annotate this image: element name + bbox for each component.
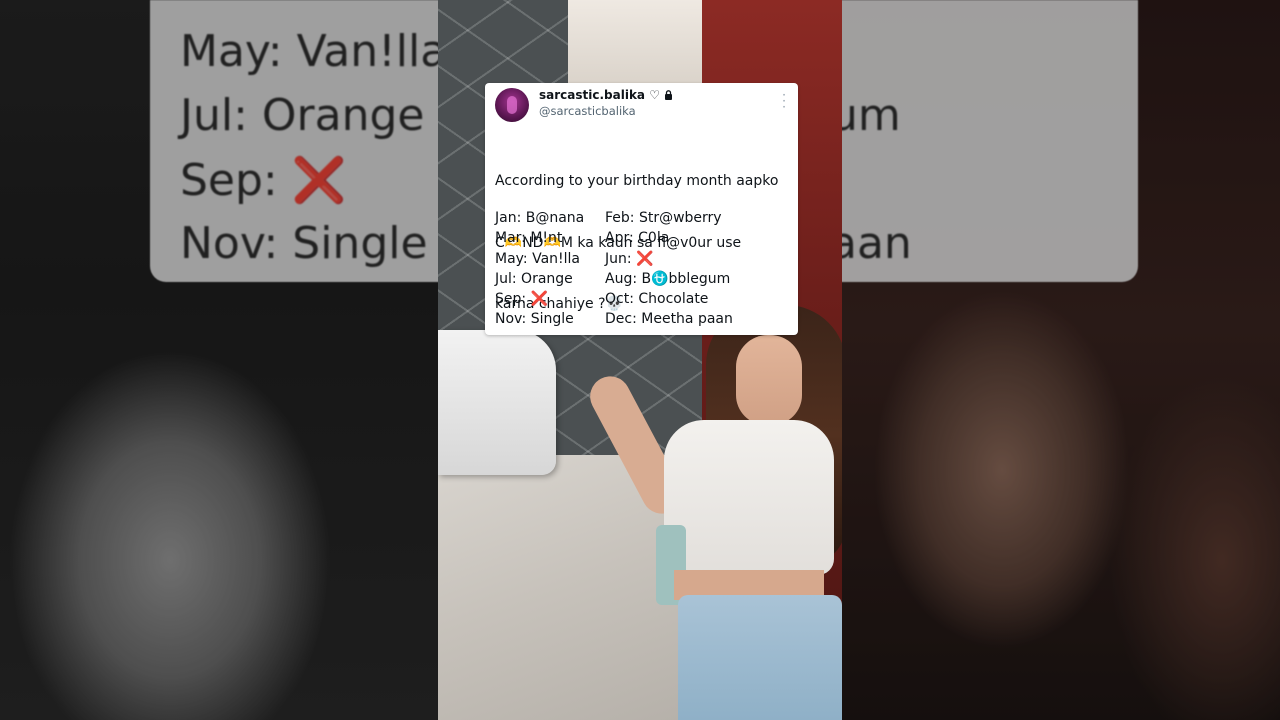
- month-item: Oct: Chocolate: [605, 291, 709, 308]
- blurred-background-right: um aan: [842, 0, 1280, 720]
- month-item: Jan: B@nana: [495, 210, 585, 226]
- handle[interactable]: @sarcasticbalika: [539, 104, 636, 118]
- month-item: Feb: Str@wberry: [605, 210, 722, 226]
- month-item: Dec: Meetha paan: [605, 311, 733, 328]
- month-row: Jan: B@nana Feb: Str@wberry: [495, 210, 795, 230]
- heart-deco: ♡: [649, 88, 660, 102]
- month-item: Aug: B⛎bblegum: [605, 270, 731, 287]
- blurred-background-left: May: Van!lla Jul: Orange Sep: ❌ Nov: Sin…: [0, 0, 438, 720]
- display-name[interactable]: sarcastic.balika ♡: [539, 88, 673, 102]
- month-item: Apr: C0la: [605, 230, 670, 247]
- month-list: Jan: B@nana Feb: Str@wberry Mar: M!nt Apr:…: [495, 210, 795, 332]
- tweet-card: sarcastic.balika ♡ @sarcasticbalika · · · …: [485, 83, 798, 335]
- month-row: May: Van!lla Jun: ❌: [495, 251, 795, 271]
- person-jeans: [678, 595, 842, 720]
- month-item: Jul: Orange: [495, 270, 573, 287]
- more-icon[interactable]: · · ·: [782, 89, 786, 113]
- avatar[interactable]: [495, 88, 529, 122]
- month-item: May: Van!lla: [495, 250, 581, 267]
- display-name-text: sarcastic.balika: [539, 88, 646, 102]
- month-item: Mar: M!nt: [495, 230, 563, 247]
- tweet-line: According to your birthday month aapko: [495, 173, 779, 189]
- month-item: Nov: Single: [495, 311, 574, 328]
- month-row: Mar: M!nt Apr: C0la: [495, 230, 795, 250]
- month-row: Nov: Single Dec: Meetha paan: [495, 311, 795, 331]
- month-item: Jun: ❌: [605, 250, 654, 267]
- month-row: Sep: ❌ Oct: Chocolate: [495, 291, 795, 311]
- person-top: [664, 420, 834, 575]
- month-item: Sep: ❌: [495, 291, 548, 308]
- lock-icon: [665, 90, 673, 100]
- month-row: Jul: Orange Aug: B⛎bblegum: [495, 271, 795, 291]
